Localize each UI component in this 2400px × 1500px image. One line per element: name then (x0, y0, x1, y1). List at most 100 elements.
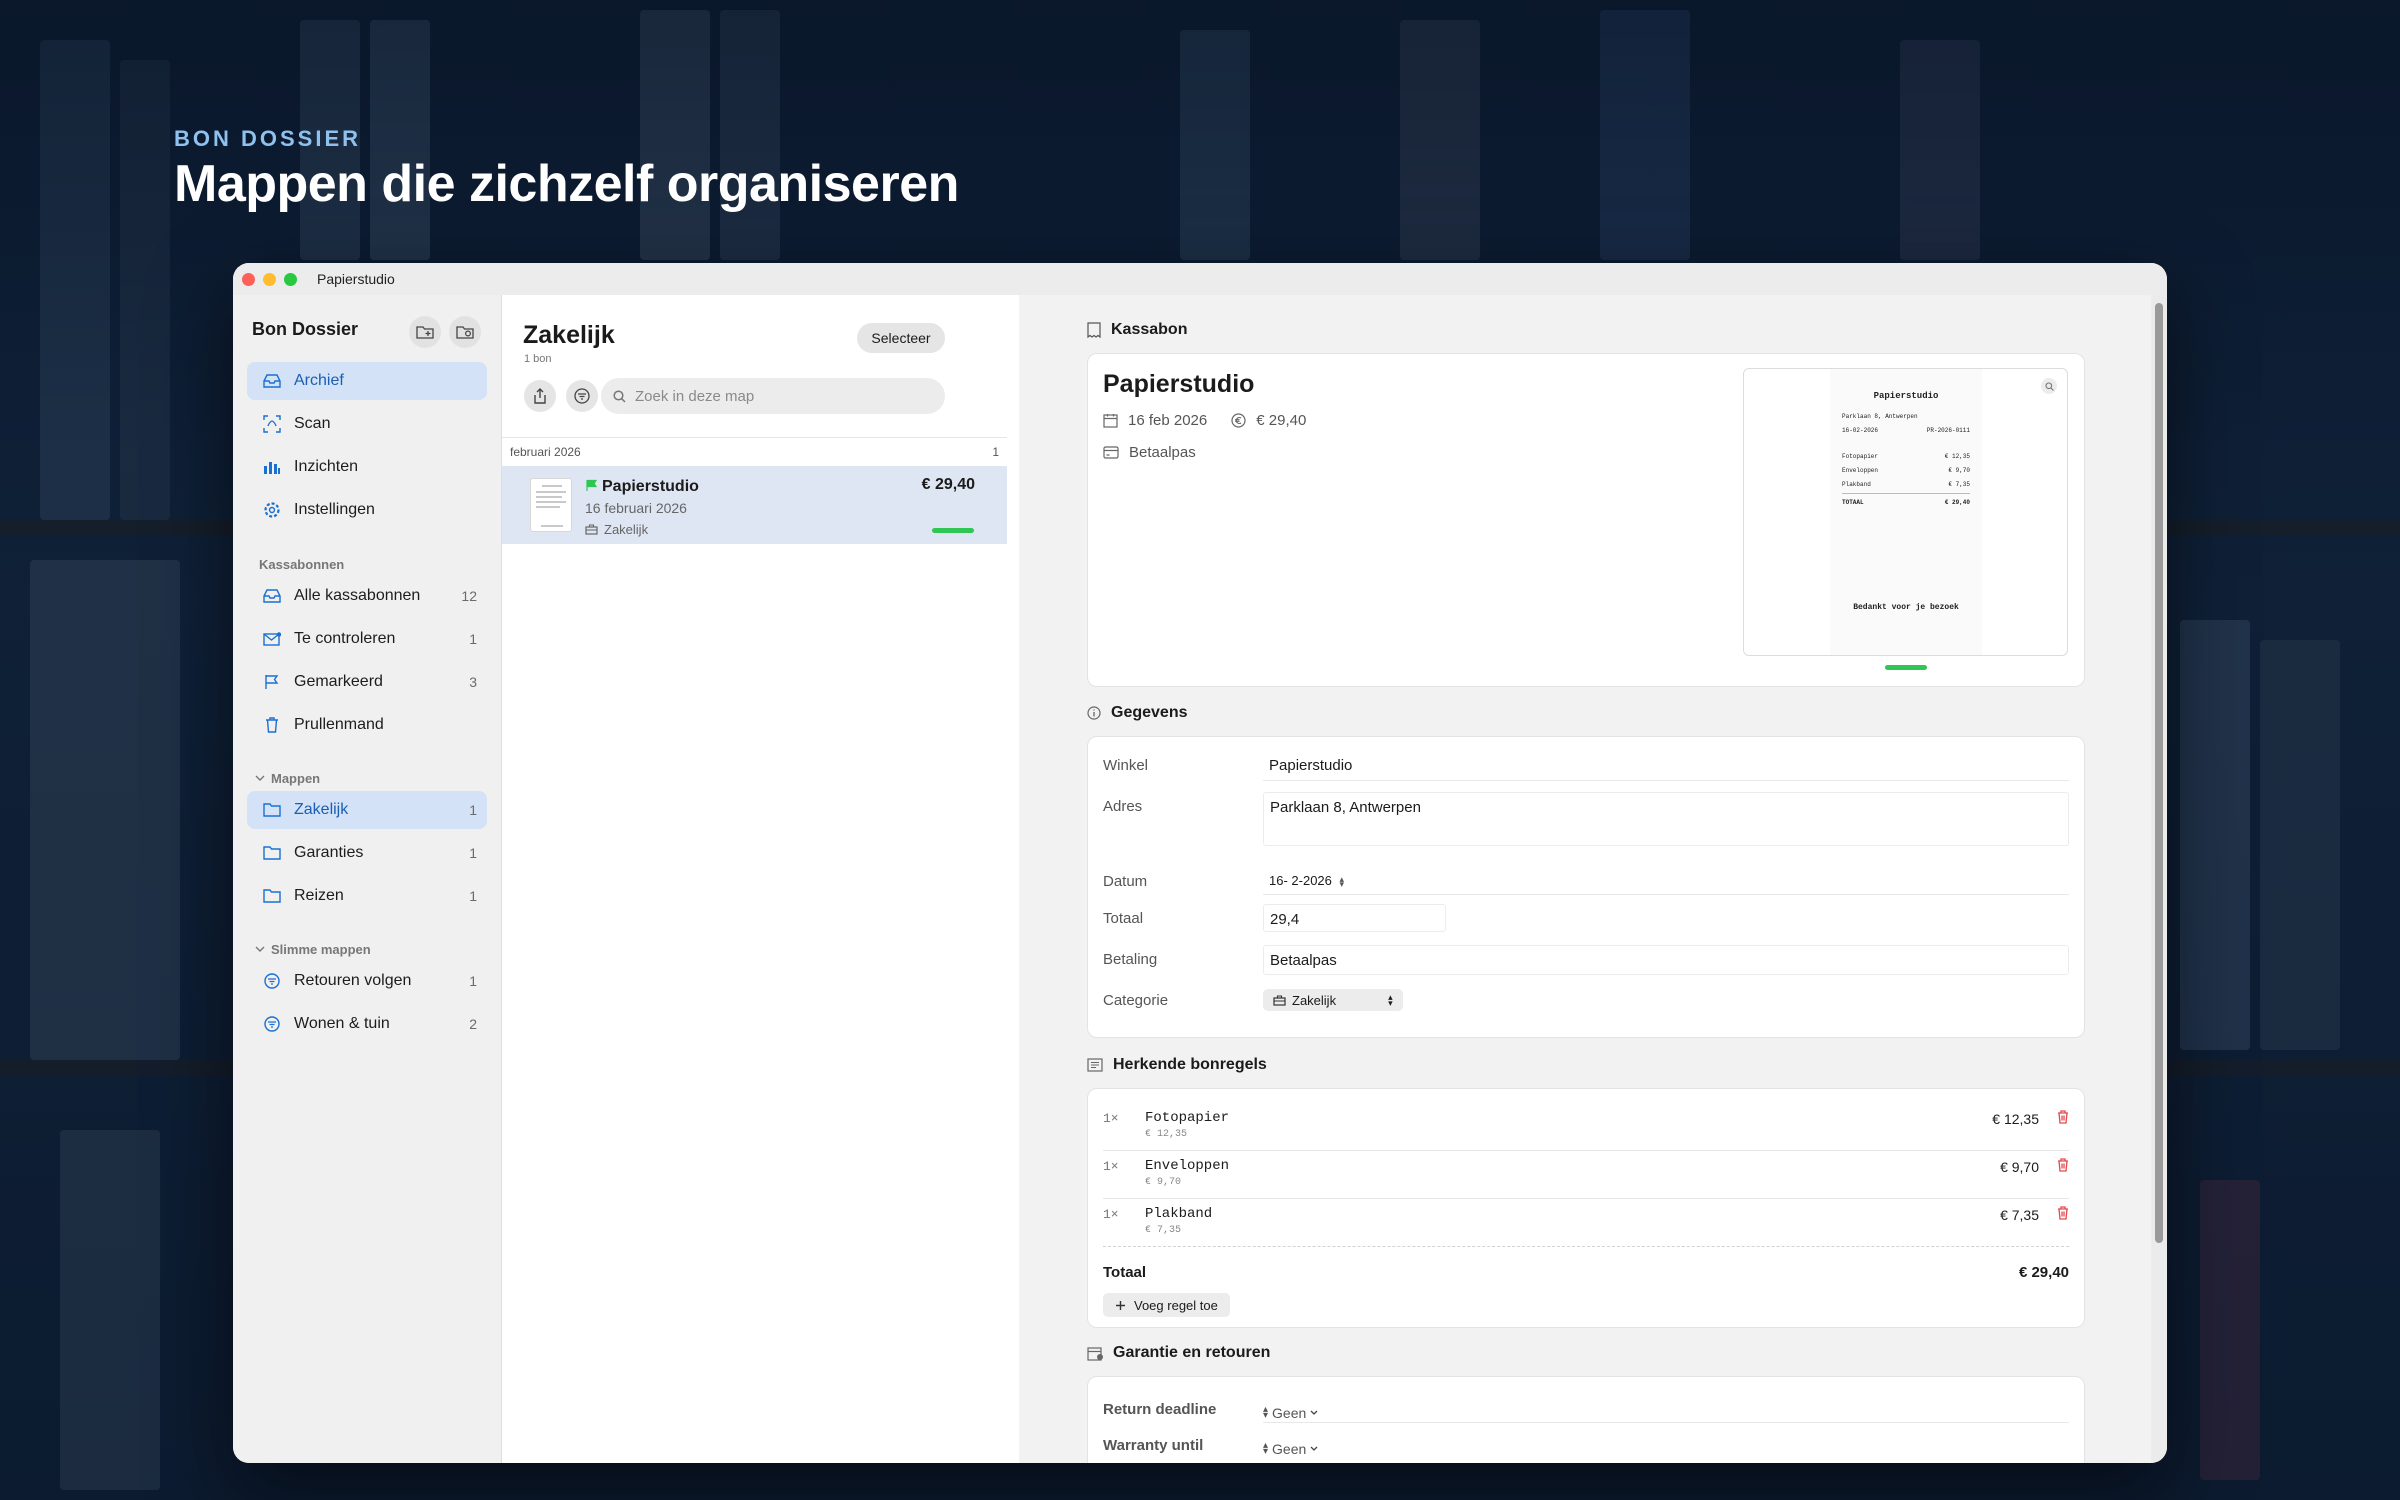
sidebar-item-label: Reizen (294, 887, 344, 904)
sidebar-item-scan[interactable]: Scan (247, 405, 487, 443)
warranty-until-popup[interactable]: ▴ ▾ Geen (1263, 1441, 1318, 1457)
search-field[interactable] (601, 378, 945, 414)
return-deadline-popup[interactable]: ▴ ▾ Geen (1263, 1405, 1318, 1421)
receipt-preview-image[interactable]: Papierstudio Parklaan 8, Antwerpen 16-02… (1743, 368, 2068, 656)
detail-scrollbar[interactable] (2151, 295, 2167, 1463)
line-item[interactable]: 1× Enveloppen € 9,70 € 9,70 (1103, 1151, 2069, 1199)
date-value: 16- 2-2026 (1269, 873, 1332, 888)
section-kassabon: Kassabon (1087, 321, 1187, 339)
line-item-qty: 1× (1103, 1111, 1119, 1126)
receipt-row[interactable]: Papierstudio 16 februari 2026 Zakelijk €… (502, 466, 1007, 544)
sidebar-item-label: Wonen & tuin (294, 1015, 390, 1032)
gear-icon (260, 501, 284, 519)
smart-folder-plus-icon (456, 326, 474, 339)
field-label-warranty-until: Warranty until (1103, 1437, 1204, 1454)
section-garantie: Garantie en retouren (1087, 1344, 1270, 1362)
section-title: Kassabon (1111, 321, 1188, 338)
date-field[interactable]: 16- 2-2026 ▴ ▾ (1263, 867, 2069, 895)
address-field[interactable]: Parklaan 8, Antwerpen (1263, 792, 2069, 846)
sidebar-group-label: Mappen (271, 771, 321, 786)
line-item-amount: € 7,35 (2000, 1207, 2039, 1223)
chevron-down-icon (255, 775, 265, 781)
briefcase-icon (1273, 994, 1286, 1006)
receipt-row-date: 16 februari 2026 (585, 500, 687, 516)
preview-title: Papierstudio (1873, 391, 1939, 401)
sidebar-item-prullenmand[interactable]: Prullenmand (247, 706, 487, 744)
sidebar-item-count: 1 (469, 845, 477, 861)
app-window: Papierstudio Bon Dossier Archief Scan In… (233, 263, 2167, 1463)
details-card: Winkel Papierstudio Adres Parklaan 8, An… (1087, 736, 2085, 1038)
chevron-down-icon (1310, 1410, 1318, 1415)
filter-button[interactable] (566, 380, 598, 412)
section-title: Herkende bonregels (1113, 1056, 1267, 1073)
sidebar-item-inzichten[interactable]: Inzichten (247, 448, 487, 486)
sidebar-item-gemarkeerd[interactable]: Gemarkeerd 3 (247, 663, 487, 701)
share-button[interactable] (524, 380, 556, 412)
sidebar-group-mappen[interactable]: Mappen (255, 771, 320, 786)
date-stepper-icon[interactable]: ▴ ▾ (1340, 874, 1345, 888)
receipt-date: 16 feb 2026 (1128, 412, 1208, 429)
tray-icon (260, 374, 284, 388)
folder-icon (260, 803, 284, 817)
warranty-card: Return deadline ▴ ▾ Geen Warranty until ▴… (1087, 1376, 2085, 1463)
sidebar-item-count: 1 (469, 802, 477, 818)
sidebar-item-te-controleren[interactable]: Te controleren 1 (247, 620, 487, 658)
trash-icon[interactable] (2057, 1110, 2069, 1124)
zoom-icon[interactable] (2041, 378, 2057, 394)
category-popup[interactable]: Zakelijk ▴ ▾ (1263, 989, 1403, 1011)
preview-line: Plakband € 7,35 (1842, 481, 1970, 488)
trash-icon (260, 717, 284, 733)
flag-icon (586, 479, 598, 491)
receipt-meta: 16 feb 2026 € 29,40 (1103, 412, 1306, 429)
title-bar: Papierstudio (233, 263, 2167, 295)
sidebar-item-instellingen[interactable]: Instellingen (247, 491, 487, 529)
sidebar-item-alle-kassabonnen[interactable]: Alle kassabonnen 12 (247, 577, 487, 615)
sidebar-group-slimme-mappen[interactable]: Slimme mappen (255, 942, 371, 957)
scroll-thumb[interactable] (2155, 303, 2163, 1243)
sidebar-item-label: Instellingen (294, 501, 375, 518)
payment-field[interactable]: Betaalpas (1263, 945, 2069, 975)
zoom-window-button[interactable] (284, 272, 297, 286)
folder-icon (260, 889, 284, 903)
receipt-payment-method: Betaalpas (1129, 444, 1196, 461)
line-item-unit-price: € 12,35 (1145, 1129, 1188, 1140)
field-label-adres: Adres (1103, 798, 1143, 815)
list-title: Zakelijk (523, 321, 615, 349)
add-line-button[interactable]: Voeg regel toe (1103, 1293, 1230, 1317)
filter-circle-icon (260, 973, 284, 989)
minimize-window-button[interactable] (263, 272, 276, 286)
line-item[interactable]: 1× Fotopapier € 12,35 € 12,35 (1103, 1103, 2069, 1151)
field-label-datum: Datum (1103, 873, 1148, 890)
total-field[interactable]: 29,4 (1263, 904, 1446, 932)
sidebar-item-reizen[interactable]: Reizen 1 (247, 877, 487, 915)
calendar-badge-icon (1087, 1346, 1103, 1361)
sidebar-item-wonen-tuin[interactable]: Wonen & tuin 2 (247, 1005, 487, 1043)
info-circle-icon (1087, 706, 1101, 720)
trash-icon[interactable] (2057, 1158, 2069, 1172)
sidebar-item-archief[interactable]: Archief (247, 362, 487, 400)
search-input[interactable] (635, 387, 915, 405)
updown-chevron-icon: ▴ ▾ (1263, 1404, 1269, 1421)
close-window-button[interactable] (242, 272, 255, 286)
select-button[interactable]: Selecteer (857, 323, 945, 353)
new-smart-folder-button[interactable] (449, 316, 481, 348)
new-folder-button[interactable] (409, 316, 441, 348)
line-items-total: Totaal € 29,40 (1103, 1264, 2069, 1281)
store-title: Papierstudio (1103, 370, 1255, 398)
sidebar-item-retouren-volgen[interactable]: Retouren volgen 1 (247, 962, 487, 1000)
receipt-amount: € 29,40 (1256, 412, 1307, 429)
sidebar-item-count: 1 (469, 973, 477, 989)
briefcase-icon (585, 524, 598, 535)
line-item[interactable]: 1× Plakband € 7,35 € 7,35 (1103, 1199, 2069, 1247)
section-title: Gegevens (1111, 704, 1188, 721)
updown-chevron-icon: ▴ ▾ (1263, 1440, 1269, 1457)
trash-icon[interactable] (2057, 1206, 2069, 1220)
store-field[interactable]: Papierstudio (1263, 751, 2069, 781)
list-subtitle: 1 bon (524, 353, 552, 365)
sidebar-item-garanties[interactable]: Garanties 1 (247, 834, 487, 872)
sidebar-item-label: Retouren volgen (294, 972, 412, 989)
field-label-betaling: Betaling (1103, 951, 1158, 968)
share-icon (534, 388, 546, 404)
warranty-until-value: Geen (1272, 1441, 1307, 1457)
sidebar-item-zakelijk[interactable]: Zakelijk 1 (247, 791, 487, 829)
